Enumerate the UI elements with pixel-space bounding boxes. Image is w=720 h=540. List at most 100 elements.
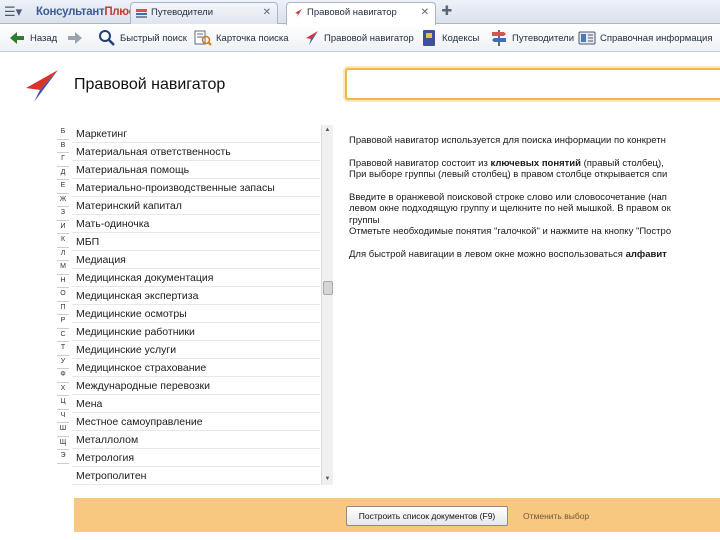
tab-guides-label: Путеводители [151, 7, 214, 18]
alphabet-letter[interactable]: Х [57, 383, 69, 396]
help-line: Для быстрой навигации в левом окне можно… [349, 249, 720, 261]
concept-item[interactable]: Медицинские работники [72, 323, 320, 341]
concept-item[interactable]: Медицинская документация [72, 269, 320, 287]
help-line: Правовой навигатор используется для поис… [349, 135, 666, 146]
help-text-segment: Правовой навигатор состоит из [349, 157, 491, 169]
help-text-bold: алфавит [625, 248, 667, 260]
toolbar: Назад Быстрый поиск Карточка поиска Прав… [0, 24, 720, 52]
concept-item[interactable]: Маркетинг [72, 125, 320, 143]
alphabet-letter[interactable]: И [57, 221, 69, 234]
guides-icon [136, 9, 147, 18]
concept-item[interactable]: Местное самоуправление [72, 413, 320, 431]
help-line: левом окне подходящую группу и щелкните … [349, 203, 671, 214]
alphabet-letter[interactable]: У [57, 356, 69, 369]
alphabet-letter[interactable]: З [57, 207, 69, 221]
scroll-thumb[interactable] [323, 281, 333, 295]
help-paragraph: Введите в оранжевой поисковой строке сло… [349, 192, 720, 238]
scroll-down-icon[interactable]: ▼ [322, 474, 333, 485]
scroll-up-icon[interactable]: ▲ [322, 125, 333, 136]
alphabet-letter[interactable]: О [57, 288, 69, 302]
concept-item[interactable]: Металлолом [72, 431, 320, 449]
concept-item[interactable]: Медицинская экспертиза [72, 287, 320, 305]
forward-arrow-icon [68, 32, 82, 44]
help-paragraph: Правовой навигатор используется для поис… [349, 135, 720, 147]
alphabet-letter[interactable]: Ф [57, 369, 69, 383]
alphabet-letter[interactable]: Ш [57, 423, 69, 437]
alphabet-letter[interactable]: В [57, 140, 69, 153]
tab-legal-navigator[interactable]: Правовой навигатор ✕ [286, 2, 436, 25]
concept-item[interactable]: Медицинские услуги [72, 341, 320, 359]
back-button[interactable]: Назад [8, 27, 57, 49]
search-input[interactable] [347, 70, 720, 98]
menu-icon[interactable]: ☰▾ [4, 4, 26, 20]
guides-icon [492, 30, 506, 46]
concept-item[interactable]: Медицинские осмотры [72, 305, 320, 323]
help-line: При выборе группы (левый столбец) в прав… [349, 169, 668, 180]
help-text-segment: (правый столбец), [580, 157, 664, 169]
cancel-selection-link[interactable]: Отменить выбор [523, 511, 589, 521]
alphabet-letter[interactable]: Н [57, 275, 69, 288]
legal-navigator-button[interactable]: Правовой навигатор [302, 27, 414, 49]
tab-strip: ☰▾ КонсультантПлюс Путеводители ✕ Правов… [0, 0, 720, 25]
legal-navigator-label: Правовой навигатор [324, 32, 414, 44]
alphabet-letter[interactable]: Е [57, 180, 69, 194]
help-text: Правовой навигатор используется для поис… [349, 135, 720, 285]
new-tab-icon[interactable]: ✚ [440, 4, 454, 18]
alphabet-letter[interactable]: Э [57, 450, 69, 464]
concept-item[interactable]: Материальная ответственность [72, 143, 320, 161]
bottom-action-bar: Построить список документов (F9) Отменит… [74, 498, 720, 532]
reference-book-icon [578, 31, 596, 45]
alphabet-index: БВГДЕЖЗИКЛМНОПРСТУФХЦЧШЩЭ [57, 126, 69, 464]
tab-guides[interactable]: Путеводители ✕ [130, 2, 278, 24]
alphabet-letter[interactable]: Д [57, 167, 69, 180]
magnifier-icon [99, 30, 115, 46]
alphabet-letter[interactable]: Т [57, 342, 69, 356]
reference-button[interactable]: Справочная информация [578, 27, 713, 49]
search-card-button[interactable]: Карточка поиска [194, 27, 289, 49]
page-title: Правовой навигатор [74, 76, 226, 93]
concept-item[interactable]: Метрология [72, 449, 320, 467]
close-icon[interactable]: ✕ [421, 3, 429, 23]
alphabet-letter[interactable]: Б [57, 126, 69, 140]
concept-item[interactable]: Материально-производственные запасы [72, 179, 320, 197]
concept-item[interactable]: Метрополитен [72, 467, 320, 485]
alphabet-letter[interactable]: Щ [57, 437, 69, 450]
alphabet-letter[interactable]: К [57, 234, 69, 248]
concept-item[interactable]: Медиация [72, 251, 320, 269]
concept-item[interactable]: Международные перевозки [72, 377, 320, 395]
concept-item[interactable]: МБП [72, 233, 320, 251]
help-line: Правовой навигатор состоит из ключевых п… [349, 158, 720, 170]
back-arrow-icon [10, 32, 24, 44]
concept-list: Маркетинг Материальная ответственность Мат… [72, 125, 320, 485]
close-icon[interactable]: ✕ [263, 3, 271, 23]
help-paragraph: Правовой навигатор состоит из ключевых п… [349, 158, 720, 181]
concept-list-scrollbar[interactable]: ▲ ▼ [321, 125, 333, 485]
alphabet-letter[interactable]: Ж [57, 194, 69, 207]
concept-item[interactable]: Мать-одиночка [72, 215, 320, 233]
concept-item[interactable]: Мена [72, 395, 320, 413]
build-document-list-button[interactable]: Построить список документов (F9) [346, 506, 508, 526]
quick-search-button[interactable]: Быстрый поиск [98, 27, 187, 49]
alphabet-letter[interactable]: П [57, 302, 69, 315]
alphabet-letter[interactable]: Г [57, 153, 69, 167]
concept-item[interactable]: Материнский капитал [72, 197, 320, 215]
back-label: Назад [30, 32, 58, 44]
alphabet-letter[interactable]: Р [57, 315, 69, 329]
logo-main: Консультант [36, 6, 105, 18]
concept-item[interactable]: Материальная помощь [72, 161, 320, 179]
alphabet-letter[interactable]: Ч [57, 410, 69, 423]
concept-item[interactable]: Медицинское страхование [72, 359, 320, 377]
help-line: Отметьте необходимые понятия "галочкой" … [349, 226, 672, 237]
navigator-icon [306, 31, 318, 45]
guides-button[interactable]: Путеводители [490, 27, 574, 49]
help-line: группы [349, 214, 380, 226]
alphabet-letter[interactable]: Ц [57, 396, 69, 410]
alphabet-letter[interactable]: С [57, 329, 69, 342]
alphabet-letter[interactable]: Л [57, 248, 69, 261]
help-line: Введите в оранжевой поисковой строке сло… [349, 191, 667, 203]
forward-button[interactable] [66, 27, 88, 49]
alphabet-letter[interactable]: М [57, 261, 69, 275]
codes-button[interactable]: Кодексы [420, 27, 479, 49]
quick-search-label: Быстрый поиск [120, 32, 187, 44]
navigator-logo-icon [26, 70, 58, 102]
